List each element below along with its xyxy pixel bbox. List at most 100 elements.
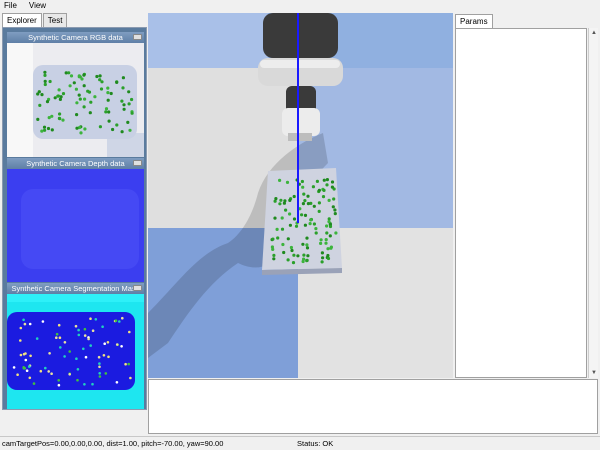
dot: [19, 339, 22, 342]
depth-camera-title: Synthetic Camera Depth data: [26, 159, 125, 168]
dot: [328, 224, 333, 229]
dot: [288, 198, 292, 202]
tab-test[interactable]: Test: [42, 13, 68, 27]
dot: [75, 126, 79, 130]
dot: [289, 245, 293, 250]
dot: [98, 74, 102, 78]
rgb-minimize-button[interactable]: [133, 34, 142, 40]
depth-camera-image: [7, 169, 144, 282]
dot: [328, 234, 332, 238]
dot: [57, 88, 61, 92]
dot: [40, 129, 44, 133]
rgb-camera-title: Synthetic Camera RGB data: [28, 33, 123, 42]
segmentation-camera-window: Synthetic Camera Segmentation Mask: [7, 283, 144, 409]
dot: [305, 236, 309, 240]
dot: [114, 319, 118, 322]
menu-file[interactable]: File: [4, 0, 17, 12]
dot: [35, 337, 39, 340]
dot: [333, 208, 337, 212]
dot: [72, 81, 76, 85]
dot: [128, 128, 132, 132]
dot: [121, 86, 125, 90]
dot: [320, 260, 324, 264]
dot: [47, 370, 50, 373]
dot: [98, 375, 102, 378]
explorer-panel: Synthetic Camera RGB data Synthetic Came…: [2, 27, 147, 410]
dot: [61, 118, 65, 122]
dot: [12, 366, 16, 369]
dot: [319, 238, 323, 242]
dot: [19, 326, 23, 330]
dot: [61, 92, 66, 96]
dot: [120, 345, 123, 348]
dot: [43, 73, 47, 77]
3d-viewport[interactable]: [148, 13, 453, 378]
dot: [324, 241, 328, 245]
depth-camera-view: [7, 169, 144, 282]
dot: [98, 372, 101, 375]
dot: [48, 79, 52, 84]
dot: [106, 98, 110, 102]
dot: [57, 323, 61, 327]
dot: [273, 216, 277, 220]
dot: [317, 209, 321, 213]
dot: [312, 222, 316, 226]
dot: [75, 101, 79, 105]
dot: [76, 368, 80, 371]
dot: [327, 198, 331, 202]
segmentation-camera-title-bar[interactable]: Synthetic Camera Segmentation Mask: [7, 283, 144, 294]
dot: [282, 250, 286, 255]
dot: [68, 350, 71, 353]
dot: [83, 97, 87, 101]
dot: [122, 103, 126, 107]
dot: [98, 125, 102, 129]
log-output-area[interactable]: [148, 379, 598, 434]
dot: [82, 73, 86, 77]
dot: [94, 318, 98, 321]
dot: [87, 337, 90, 341]
dot: [325, 224, 329, 228]
menu-view[interactable]: View: [29, 0, 46, 12]
dot: [74, 324, 78, 328]
camera-info-text: camTargetPos=0.00,0.00,0.00, dist=1.00, …: [2, 439, 224, 448]
dot: [124, 362, 127, 366]
dot: [28, 322, 32, 326]
dot: [77, 93, 81, 97]
dot: [79, 131, 83, 135]
dot: [325, 183, 329, 187]
dot: [271, 237, 275, 241]
tab-explorer[interactable]: Explorer: [2, 13, 42, 28]
dot: [285, 180, 290, 184]
dot: [43, 128, 47, 132]
dot: [272, 253, 276, 257]
tab-params[interactable]: Params: [455, 14, 493, 28]
depth-camera-title-bar[interactable]: Synthetic Camera Depth data: [7, 158, 144, 169]
dot: [47, 116, 51, 120]
dot: [305, 246, 310, 250]
params-scrollbar[interactable]: ▲ ▼: [588, 28, 598, 378]
dot: [331, 205, 335, 209]
dot: [109, 91, 113, 96]
dot: [300, 179, 304, 184]
dot: [322, 188, 326, 192]
dot: [75, 357, 78, 360]
dot: [44, 366, 47, 370]
dot: [280, 227, 285, 231]
depth-minimize-button[interactable]: [133, 160, 142, 166]
scroll-up-icon[interactable]: ▲: [590, 29, 598, 37]
dot: [97, 355, 101, 359]
dot: [68, 84, 72, 88]
rgb-camera-window: Synthetic Camera RGB data: [7, 32, 144, 157]
dot: [288, 212, 292, 216]
segmentation-minimize-button[interactable]: [133, 285, 142, 291]
scroll-down-icon[interactable]: ▼: [590, 369, 598, 377]
depth-camera-window: Synthetic Camera Depth data: [7, 158, 144, 282]
dot: [91, 329, 95, 332]
dot: [58, 97, 63, 101]
dot: [329, 246, 333, 250]
rgb-camera-title-bar[interactable]: Synthetic Camera RGB data: [7, 32, 144, 43]
dot: [57, 116, 62, 120]
dot: [311, 185, 315, 189]
dot: [121, 316, 124, 320]
dot: [24, 358, 28, 362]
